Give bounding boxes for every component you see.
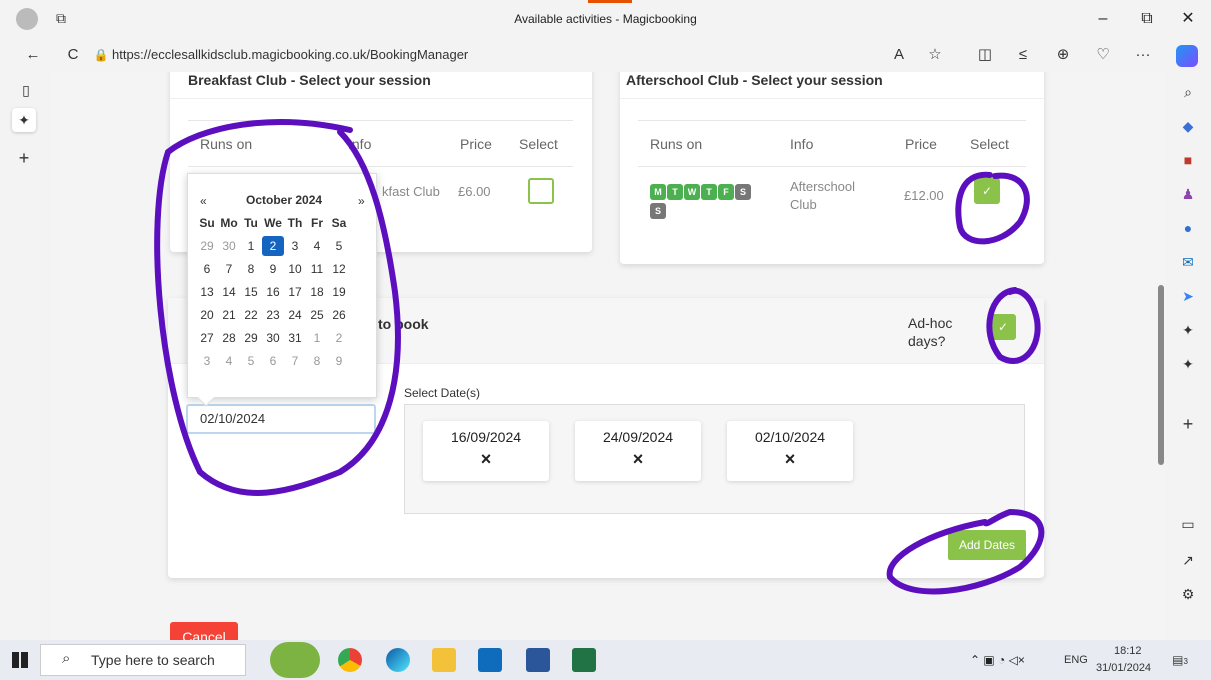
refresh-icon[interactable]: C bbox=[60, 42, 86, 68]
add-app-icon[interactable]: + bbox=[1176, 412, 1200, 436]
excel-icon[interactable] bbox=[572, 648, 596, 672]
taskbar-search-box[interactable]: Type here to search bbox=[40, 644, 246, 676]
split-screen-icon[interactable]: ◫ bbox=[972, 42, 998, 68]
shopping-tag-icon[interactable]: ◆ bbox=[1176, 114, 1200, 138]
maximize-button[interactable]: ⧉ bbox=[1127, 6, 1167, 32]
copilot-icon[interactable] bbox=[1176, 45, 1198, 67]
favorite-icon[interactable]: ☆ bbox=[922, 42, 948, 68]
search-icon: ⌕ bbox=[62, 650, 71, 667]
magicbooking-app-icon[interactable]: ✦ bbox=[1176, 318, 1200, 342]
page-content: Breakfast Club - Select your session Run… bbox=[50, 72, 1166, 640]
magicbooking-tab-icon[interactable]: ✦ bbox=[12, 108, 36, 132]
office-icon[interactable]: ● bbox=[1176, 216, 1200, 240]
tab-indicator bbox=[588, 0, 632, 3]
annotation-circle-calendar bbox=[154, 119, 401, 496]
taskbar: Type here to search ⌕ ⌃ ▣ ◔ ◁× ENG 18:12… bbox=[0, 640, 1211, 680]
new-tab-icon[interactable]: + bbox=[12, 146, 36, 170]
left-sidebar: ▯ ✦ + bbox=[0, 72, 50, 640]
favorites-icon[interactable]: ≤ bbox=[1010, 42, 1036, 68]
send-icon[interactable]: ➤ bbox=[1176, 284, 1200, 308]
read-aloud-icon[interactable]: A bbox=[886, 42, 912, 68]
annotation-circle-adhoc bbox=[986, 287, 1041, 364]
settings-icon[interactable]: ⚙ bbox=[1176, 582, 1200, 606]
page-scrollbar[interactable] bbox=[1158, 285, 1164, 465]
lock-icon: 🔒 bbox=[93, 48, 109, 62]
search-highlight-icon[interactable] bbox=[270, 642, 320, 678]
tools-icon[interactable]: ■ bbox=[1176, 148, 1200, 172]
annotation-circle-afterschool bbox=[955, 171, 1030, 245]
magicbooking-app-icon[interactable]: ✦ bbox=[1176, 352, 1200, 376]
title-bar: ⧉ Available activities - Magicbooking – … bbox=[0, 0, 1211, 38]
external-link-icon[interactable]: ↗ bbox=[1176, 548, 1200, 572]
clock-date[interactable]: 31/01/2024 bbox=[1096, 662, 1151, 674]
language-indicator[interactable]: ENG bbox=[1064, 654, 1088, 666]
system-tray-icons[interactable]: ⌃ ▣ ◔ ◁× bbox=[970, 653, 1025, 667]
window-title: Available activities - Magicbooking bbox=[514, 12, 697, 26]
windows-start-icon[interactable] bbox=[12, 652, 28, 668]
games-icon[interactable]: ♟ bbox=[1176, 182, 1200, 206]
outlook-icon[interactable]: ✉ bbox=[1176, 250, 1200, 274]
word-icon[interactable] bbox=[526, 648, 550, 672]
right-sidebar: ⌕ ◆ ■ ♟ ● ✉ ➤ ✦ ✦ + ▭ ↗ ⚙ bbox=[1166, 72, 1211, 640]
address-bar: ← C 🔒 https://ecclesallkidsclub.magicboo… bbox=[0, 38, 1211, 72]
annotation-circle-add-dates bbox=[886, 508, 1045, 595]
url-field[interactable]: https://ecclesallkidsclub.magicbooking.c… bbox=[112, 42, 872, 68]
search-icon[interactable]: ⌕ bbox=[1176, 80, 1200, 104]
more-icon[interactable]: ··· bbox=[1130, 42, 1156, 68]
chrome-icon[interactable] bbox=[338, 648, 362, 672]
performance-icon[interactable]: ♡ bbox=[1090, 42, 1116, 68]
file-explorer-icon[interactable] bbox=[432, 648, 456, 672]
minimize-button[interactable]: – bbox=[1083, 6, 1123, 32]
collections-icon[interactable]: ⊕ bbox=[1050, 42, 1076, 68]
close-button[interactable]: ✕ bbox=[1168, 6, 1208, 32]
back-icon[interactable]: ← bbox=[20, 42, 46, 68]
notification-count: 3 bbox=[1183, 657, 1188, 666]
sidebar-toggle-icon[interactable]: ▭ bbox=[1176, 512, 1200, 536]
tab-list-icon[interactable]: ▯ bbox=[14, 78, 38, 102]
annotation-overlay bbox=[154, 119, 1045, 595]
clock-time[interactable]: 18:12 bbox=[1114, 645, 1142, 657]
outlook-app-icon[interactable] bbox=[478, 648, 502, 672]
edge-icon[interactable] bbox=[386, 648, 410, 672]
notification-icon[interactable]: ▤3 bbox=[1170, 650, 1190, 670]
